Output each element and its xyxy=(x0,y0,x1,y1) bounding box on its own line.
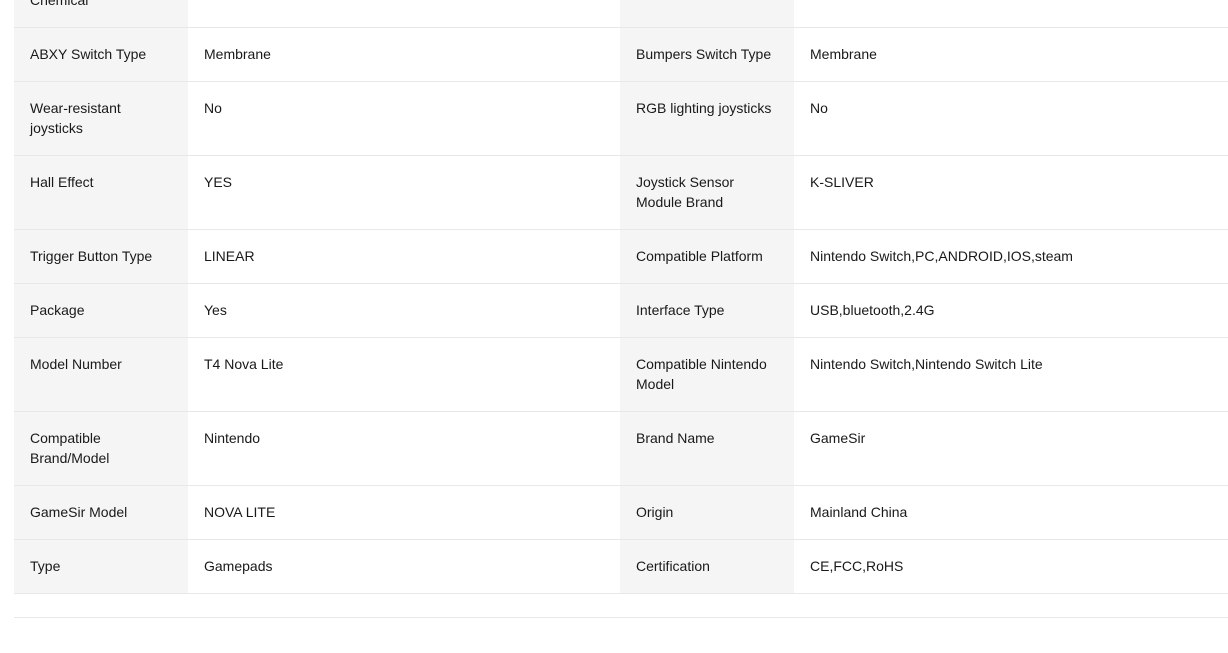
spec-label: Trigger Button Type xyxy=(14,229,188,284)
table-row: GameSir Model NOVA LITE Origin Mainland … xyxy=(14,485,1228,540)
spec-label: Type xyxy=(14,539,188,594)
spec-value: Gamepads xyxy=(188,539,620,594)
spec-value: Yes xyxy=(188,283,620,338)
spec-label: Compatible Platform xyxy=(620,229,794,284)
spec-value: Membrane xyxy=(794,27,1228,82)
spec-value: Membrane xyxy=(188,27,620,82)
spec-value: Mainland China xyxy=(794,485,1228,540)
spec-value xyxy=(794,0,1228,28)
table-row: Package Yes Interface Type USB,bluetooth… xyxy=(14,283,1228,338)
specifications-table-container: Chemical ABXY Switch Type Membrane Bumpe… xyxy=(14,0,1228,594)
spec-value: USB,bluetooth,2.4G xyxy=(794,283,1228,338)
spec-label: Compatible Brand/Model xyxy=(14,411,188,486)
spec-label: Package xyxy=(14,283,188,338)
table-row: Model Number T4 Nova Lite Compatible Nin… xyxy=(14,337,1228,412)
spec-value: CE,FCC,RoHS xyxy=(794,539,1228,594)
spec-label xyxy=(620,0,794,28)
specifications-table: Chemical ABXY Switch Type Membrane Bumpe… xyxy=(14,0,1228,594)
spec-label: Hall Effect xyxy=(14,155,188,230)
spec-label: Wear-resistant joysticks xyxy=(14,81,188,156)
spec-value xyxy=(188,0,620,28)
spec-value: LINEAR xyxy=(188,229,620,284)
spec-label: Joystick Sensor Module Brand xyxy=(620,155,794,230)
spec-label: Bumpers Switch Type xyxy=(620,27,794,82)
spec-label: ABXY Switch Type xyxy=(14,27,188,82)
spec-value: Nintendo Switch,PC,ANDROID,IOS,steam xyxy=(794,229,1228,284)
section-divider xyxy=(14,617,1228,618)
table-row: Trigger Button Type LINEAR Compatible Pl… xyxy=(14,229,1228,284)
spec-label: Compatible Nintendo Model xyxy=(620,337,794,412)
spec-label: Model Number xyxy=(14,337,188,412)
spec-value: GameSir xyxy=(794,411,1228,486)
spec-label: Brand Name xyxy=(620,411,794,486)
spec-value: No xyxy=(794,81,1228,156)
table-row: Chemical xyxy=(14,0,1228,28)
spec-label: RGB lighting joysticks xyxy=(620,81,794,156)
table-row: ABXY Switch Type Membrane Bumpers Switch… xyxy=(14,27,1228,82)
spec-label: GameSir Model xyxy=(14,485,188,540)
table-row: Compatible Brand/Model Nintendo Brand Na… xyxy=(14,411,1228,486)
spec-value: Nintendo xyxy=(188,411,620,486)
table-row: Hall Effect YES Joystick Sensor Module B… xyxy=(14,155,1228,230)
table-row: Wear-resistant joysticks No RGB lighting… xyxy=(14,81,1228,156)
spec-value: K-SLIVER xyxy=(794,155,1228,230)
spec-value: Nintendo Switch,Nintendo Switch Lite xyxy=(794,337,1228,412)
spec-label: Certification xyxy=(620,539,794,594)
spec-value: YES xyxy=(188,155,620,230)
spec-value: T4 Nova Lite xyxy=(188,337,620,412)
spec-value: NOVA LITE xyxy=(188,485,620,540)
spec-value: No xyxy=(188,81,620,156)
spec-label: Chemical xyxy=(14,0,188,28)
spec-label: Interface Type xyxy=(620,283,794,338)
spec-label: Origin xyxy=(620,485,794,540)
table-row: Type Gamepads Certification CE,FCC,RoHS xyxy=(14,539,1228,594)
